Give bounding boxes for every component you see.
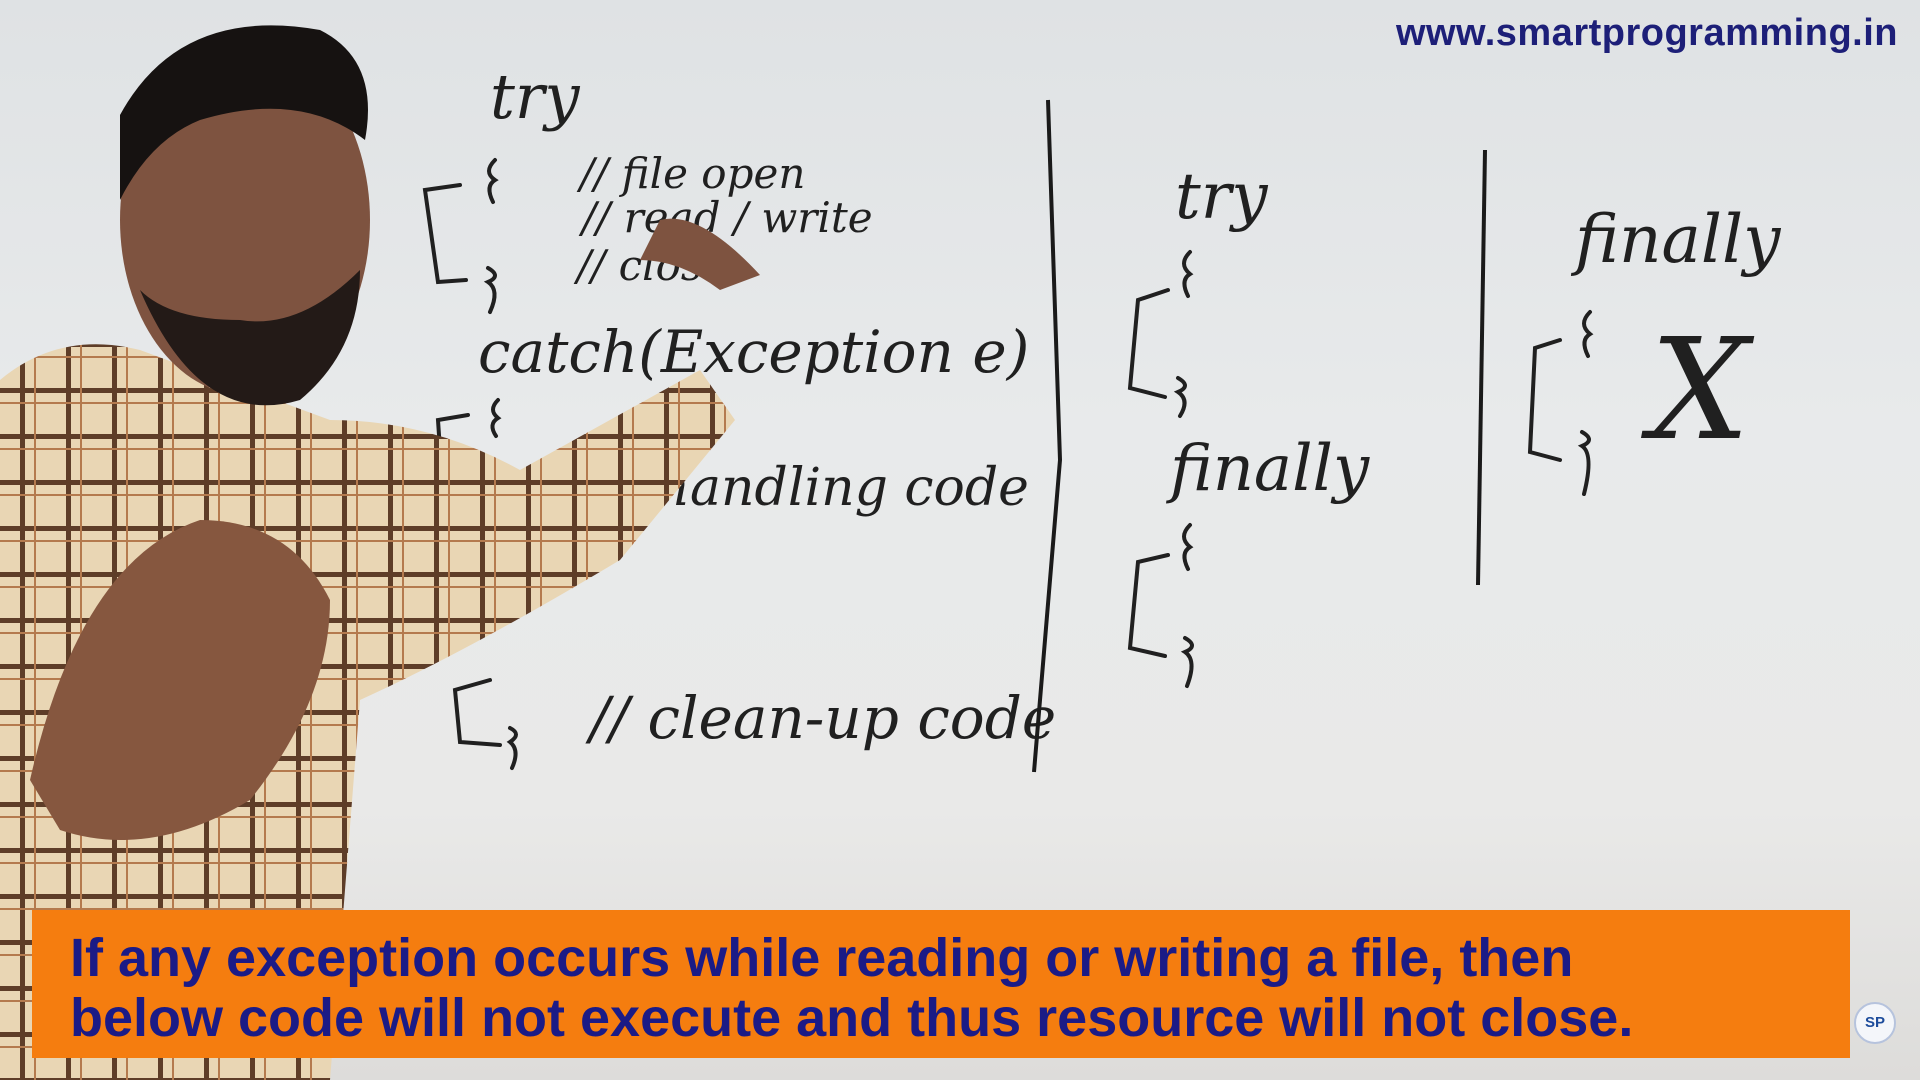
website-watermark: www.smartprogramming.in [1395,12,1898,54]
subtitle-line-2: below code will not execute and thus res… [70,988,1634,1048]
video-frame: try // file open // read / write // clos… [0,0,1920,1080]
subtitle-line-1: If any exception occurs while reading or… [70,928,1574,988]
subtitle-banner: If any exception occurs while reading or… [32,910,1850,1058]
channel-logo-icon: SP [1854,1002,1896,1044]
